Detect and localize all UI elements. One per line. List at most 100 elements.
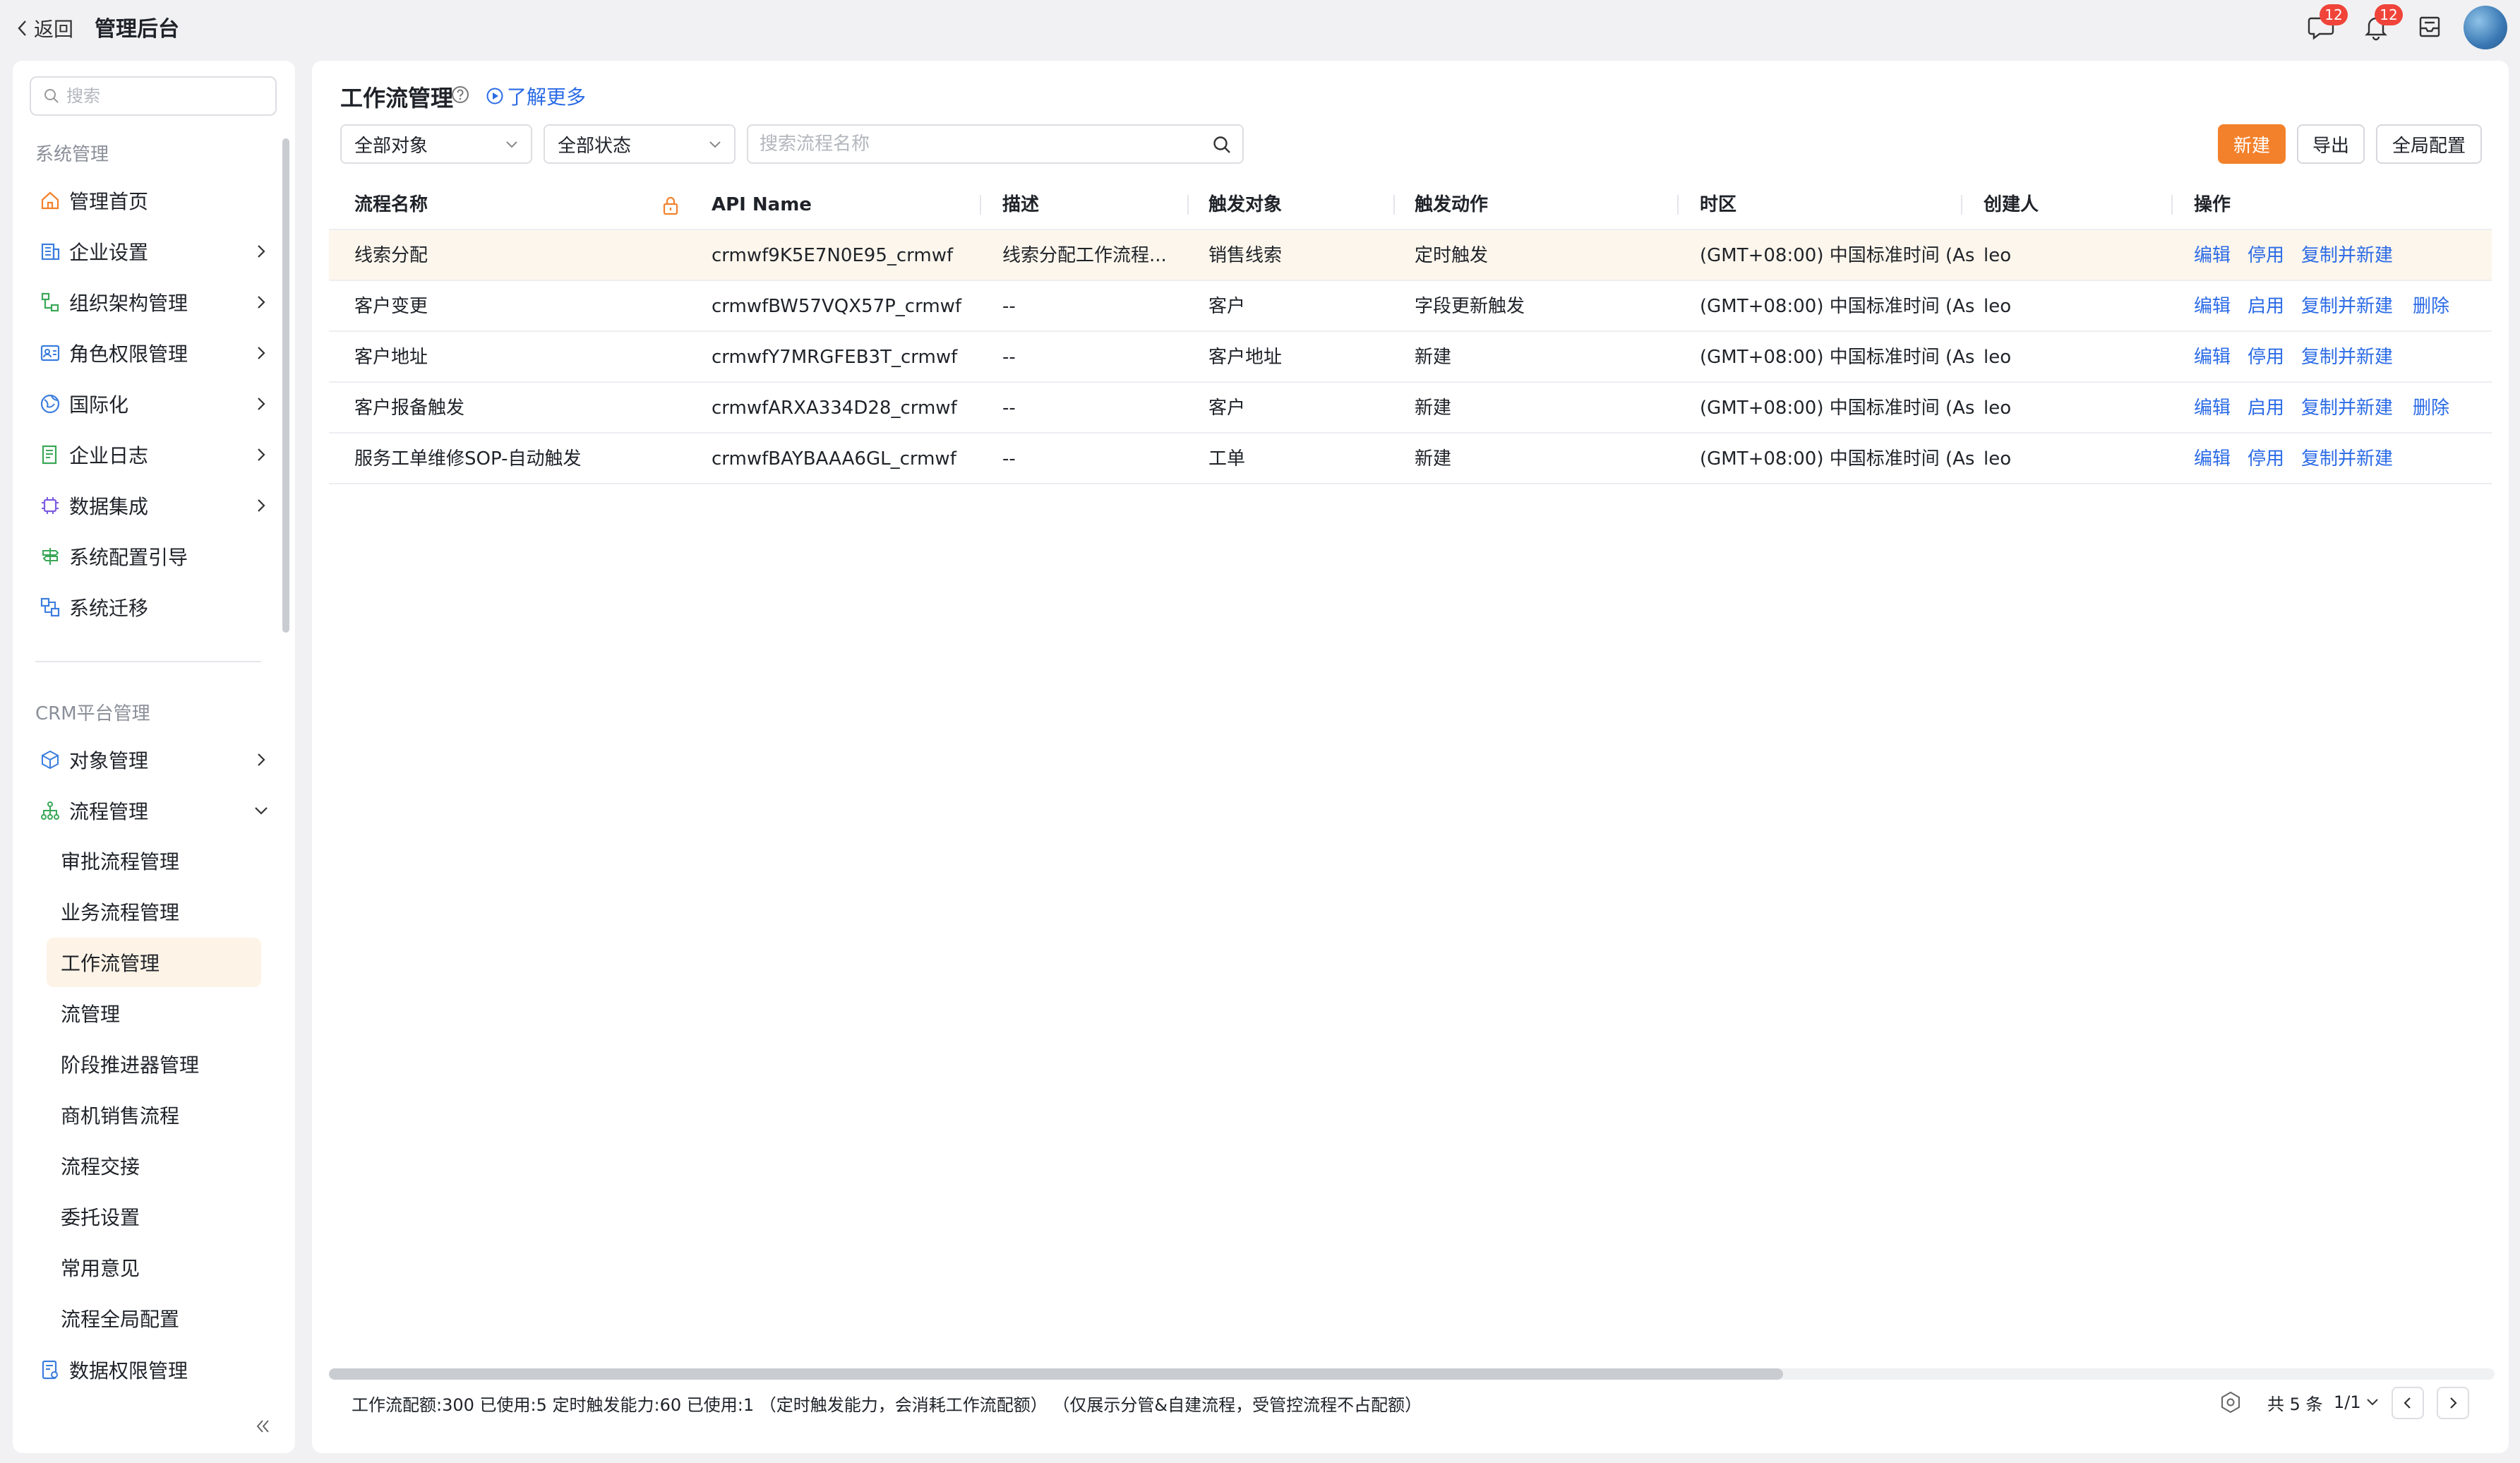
avatar[interactable] bbox=[2464, 6, 2507, 49]
copy-new-link[interactable]: 复制并新建 bbox=[2301, 230, 2393, 281]
flow-search-input[interactable] bbox=[760, 133, 1197, 155]
table-row[interactable]: 客户地址 crmwfY7MRGFEB3T_crmwf -- 客户地址 新建 (G… bbox=[329, 332, 2492, 383]
learn-more-link[interactable]: 了解更多 bbox=[486, 82, 586, 110]
chevron-right-icon bbox=[258, 448, 265, 461]
table-row[interactable]: 客户变更 crmwfBW57VQX57P_crmwf -- 客户 字段更新触发 … bbox=[329, 281, 2492, 332]
flow-search[interactable] bbox=[747, 124, 1244, 164]
prev-page-button[interactable] bbox=[2392, 1387, 2424, 1419]
sidebar-sub-stage[interactable]: 阶段推进器管理 bbox=[47, 1039, 261, 1089]
chevron-down-icon bbox=[709, 141, 721, 148]
sidebar-scrollbar[interactable] bbox=[282, 138, 289, 633]
object-filter-select[interactable]: 全部对象 bbox=[340, 124, 532, 164]
sidebar-item-config-guide[interactable]: 系统配置引导 bbox=[38, 535, 271, 578]
cell-name: 客户地址 bbox=[354, 347, 428, 368]
enable-link[interactable]: 启用 bbox=[2248, 383, 2284, 434]
cell-desc: -- bbox=[1002, 448, 1016, 470]
notification-button[interactable]: 12 bbox=[2360, 4, 2403, 42]
sidebar-search[interactable] bbox=[30, 76, 277, 116]
cell-timezone: (GMT+08:00) 中国标准时间 (Asia/Shanghai) bbox=[1700, 245, 1975, 266]
sidebar-item-data-integration[interactable]: 数据集成 bbox=[38, 484, 271, 527]
cell-creator: leo bbox=[1984, 245, 2012, 266]
disable-link[interactable]: 停用 bbox=[2248, 332, 2284, 383]
sidebar-sub-handover[interactable]: 流程交接 bbox=[47, 1141, 261, 1190]
enable-link[interactable]: 启用 bbox=[2248, 281, 2284, 332]
sidebar-sub-opportunity[interactable]: 商机销售流程 bbox=[47, 1090, 261, 1140]
back-button[interactable]: 返回 bbox=[14, 14, 73, 42]
chevron-right-icon bbox=[258, 398, 265, 410]
sidebar-item-label: 数据权限管理 bbox=[69, 1359, 188, 1383]
table-row[interactable]: 客户报备触发 crmwfARXA334D28_crmwf -- 客户 新建 (G… bbox=[329, 383, 2492, 434]
disable-link[interactable]: 停用 bbox=[2248, 230, 2284, 281]
chevron-right-icon bbox=[258, 499, 265, 512]
sidebar-item-object[interactable]: 对象管理 bbox=[38, 739, 271, 781]
sidebar-item-migration[interactable]: 系统迁移 bbox=[38, 586, 271, 628]
sidebar-sub-delegate[interactable]: 委托设置 bbox=[47, 1192, 261, 1241]
help-icon[interactable] bbox=[450, 85, 470, 104]
scrollbar-thumb[interactable] bbox=[329, 1368, 1783, 1380]
copy-new-link[interactable]: 复制并新建 bbox=[2301, 281, 2393, 332]
table-row[interactable]: 服务工单维修SOP-自动触发 crmwfBAYBAAA6GL_crmwf -- … bbox=[329, 434, 2492, 484]
sidebar-item-org[interactable]: 组织架构管理 bbox=[38, 281, 271, 323]
sidebar-item-log[interactable]: 企业日志 bbox=[38, 434, 271, 476]
cell-trigger-action: 新建 bbox=[1415, 347, 1452, 368]
collapse-sidebar-icon[interactable] bbox=[250, 1414, 275, 1439]
search-icon[interactable] bbox=[1211, 134, 1232, 155]
cell-creator: leo bbox=[1984, 448, 2012, 470]
settings-icon[interactable] bbox=[2218, 1390, 2243, 1415]
chat-button[interactable]: 12 bbox=[2305, 4, 2348, 42]
column-separator[interactable] bbox=[1393, 195, 1395, 215]
status-filter-select[interactable]: 全部状态 bbox=[544, 124, 736, 164]
disable-link[interactable]: 停用 bbox=[2248, 434, 2284, 484]
column-separator[interactable] bbox=[2171, 195, 2173, 215]
sidebar-item-i18n[interactable]: 国际化 bbox=[38, 383, 271, 425]
sidebar-sub-workflow[interactable]: 工作流管理 bbox=[47, 938, 261, 987]
globe-icon bbox=[38, 392, 62, 416]
cell-trigger-object: 工单 bbox=[1208, 448, 1246, 470]
copy-new-link[interactable]: 复制并新建 bbox=[2301, 332, 2393, 383]
table-row[interactable]: 线索分配 crmwf9K5E7N0E95_crmwf 线索分配工作流程... 销… bbox=[329, 230, 2492, 281]
cell-desc: 线索分配工作流程... bbox=[1002, 245, 1167, 266]
sidebar-divider bbox=[35, 661, 261, 662]
edit-link[interactable]: 编辑 bbox=[2194, 383, 2231, 434]
page-select[interactable]: 1/1 bbox=[2334, 1385, 2381, 1419]
sidebar-item-label: 组织架构管理 bbox=[69, 292, 188, 315]
sidebar-item-company[interactable]: 企业设置 bbox=[38, 230, 271, 273]
cell-api-name: crmwfBW57VQX57P_crmwf bbox=[712, 296, 962, 317]
delete-link[interactable]: 删除 bbox=[2413, 281, 2449, 332]
lock-icon[interactable] bbox=[661, 195, 680, 216]
edit-link[interactable]: 编辑 bbox=[2194, 434, 2231, 484]
cell-name: 线索分配 bbox=[354, 245, 428, 266]
column-separator[interactable] bbox=[980, 195, 981, 215]
cell-api-name: crmwf9K5E7N0E95_crmwf bbox=[712, 245, 954, 266]
header-api-name: API Name bbox=[712, 194, 812, 215]
column-separator[interactable] bbox=[1961, 195, 1962, 215]
global-config-button[interactable]: 全局配置 bbox=[2376, 124, 2482, 164]
sidebar-item-data-permission[interactable]: 数据权限管理 bbox=[38, 1349, 271, 1391]
export-button[interactable]: 导出 bbox=[2297, 124, 2365, 164]
column-separator[interactable] bbox=[1677, 195, 1679, 215]
new-button[interactable]: 新建 bbox=[2218, 124, 2286, 164]
sidebar-sub-stream[interactable]: 流管理 bbox=[47, 989, 261, 1038]
sidebar-sub-flow-global[interactable]: 流程全局配置 bbox=[47, 1294, 261, 1343]
sidebar-sub-approval[interactable]: 审批流程管理 bbox=[47, 836, 261, 885]
next-page-button[interactable] bbox=[2437, 1387, 2469, 1419]
sidebar-item-label: 数据集成 bbox=[69, 495, 149, 518]
sidebar-sub-opinions[interactable]: 常用意见 bbox=[47, 1243, 261, 1292]
copy-new-link[interactable]: 复制并新建 bbox=[2301, 434, 2393, 484]
delete-link[interactable]: 删除 bbox=[2413, 383, 2449, 434]
sidebar-item-home[interactable]: 管理首页 bbox=[38, 179, 271, 222]
status-filter-value: 全部状态 bbox=[558, 135, 632, 157]
sidebar-search-input[interactable] bbox=[66, 86, 264, 106]
edit-link[interactable]: 编辑 bbox=[2194, 332, 2231, 383]
sidebar-sub-business-flow[interactable]: 业务流程管理 bbox=[47, 887, 261, 936]
sidebar-item-flow[interactable]: 流程管理 bbox=[38, 789, 271, 832]
inbox-button[interactable] bbox=[2414, 11, 2445, 42]
column-separator[interactable] bbox=[1187, 195, 1189, 215]
learn-more-label: 了解更多 bbox=[507, 85, 587, 109]
search-icon bbox=[44, 89, 59, 103]
edit-link[interactable]: 编辑 bbox=[2194, 230, 2231, 281]
edit-link[interactable]: 编辑 bbox=[2194, 281, 2231, 332]
copy-new-link[interactable]: 复制并新建 bbox=[2301, 383, 2393, 434]
table-horizontal-scrollbar[interactable] bbox=[329, 1368, 2495, 1380]
sidebar-item-role[interactable]: 角色权限管理 bbox=[38, 332, 271, 374]
